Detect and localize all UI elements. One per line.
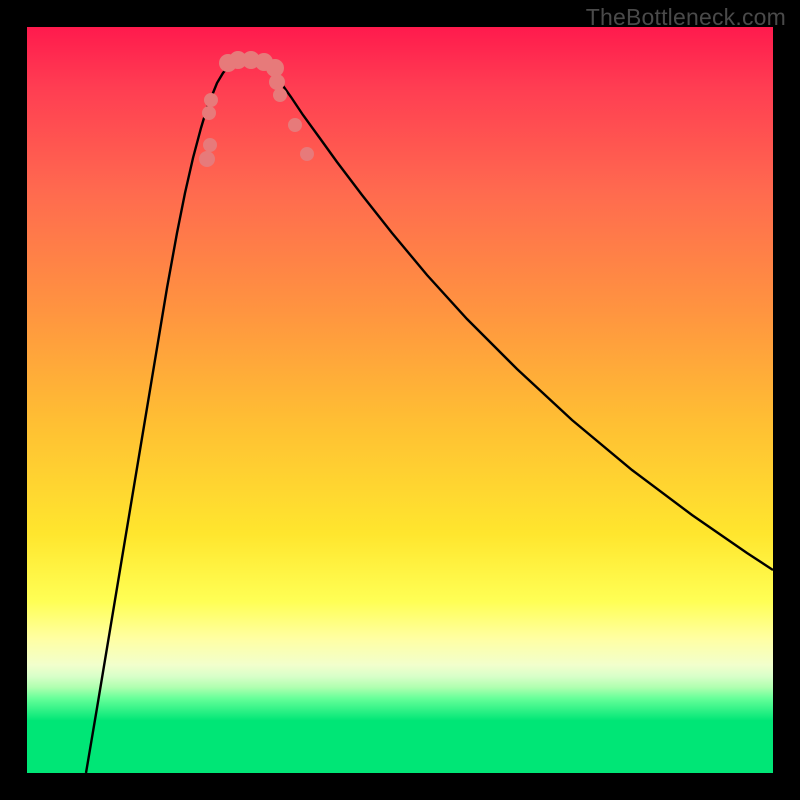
right-curve [262,63,773,570]
data-point [202,106,216,120]
data-point [204,93,218,107]
outer-frame: TheBottleneck.com [0,0,800,800]
data-point [199,151,215,167]
left-curve [86,63,232,773]
watermark-text: TheBottleneck.com [586,4,786,31]
data-point [203,138,217,152]
chart-svg [27,27,773,773]
plot-area [27,27,773,773]
data-points [199,51,314,167]
data-point [288,118,302,132]
data-point [300,147,314,161]
curve-group [86,60,773,773]
data-point [273,88,287,102]
data-point [269,74,285,90]
